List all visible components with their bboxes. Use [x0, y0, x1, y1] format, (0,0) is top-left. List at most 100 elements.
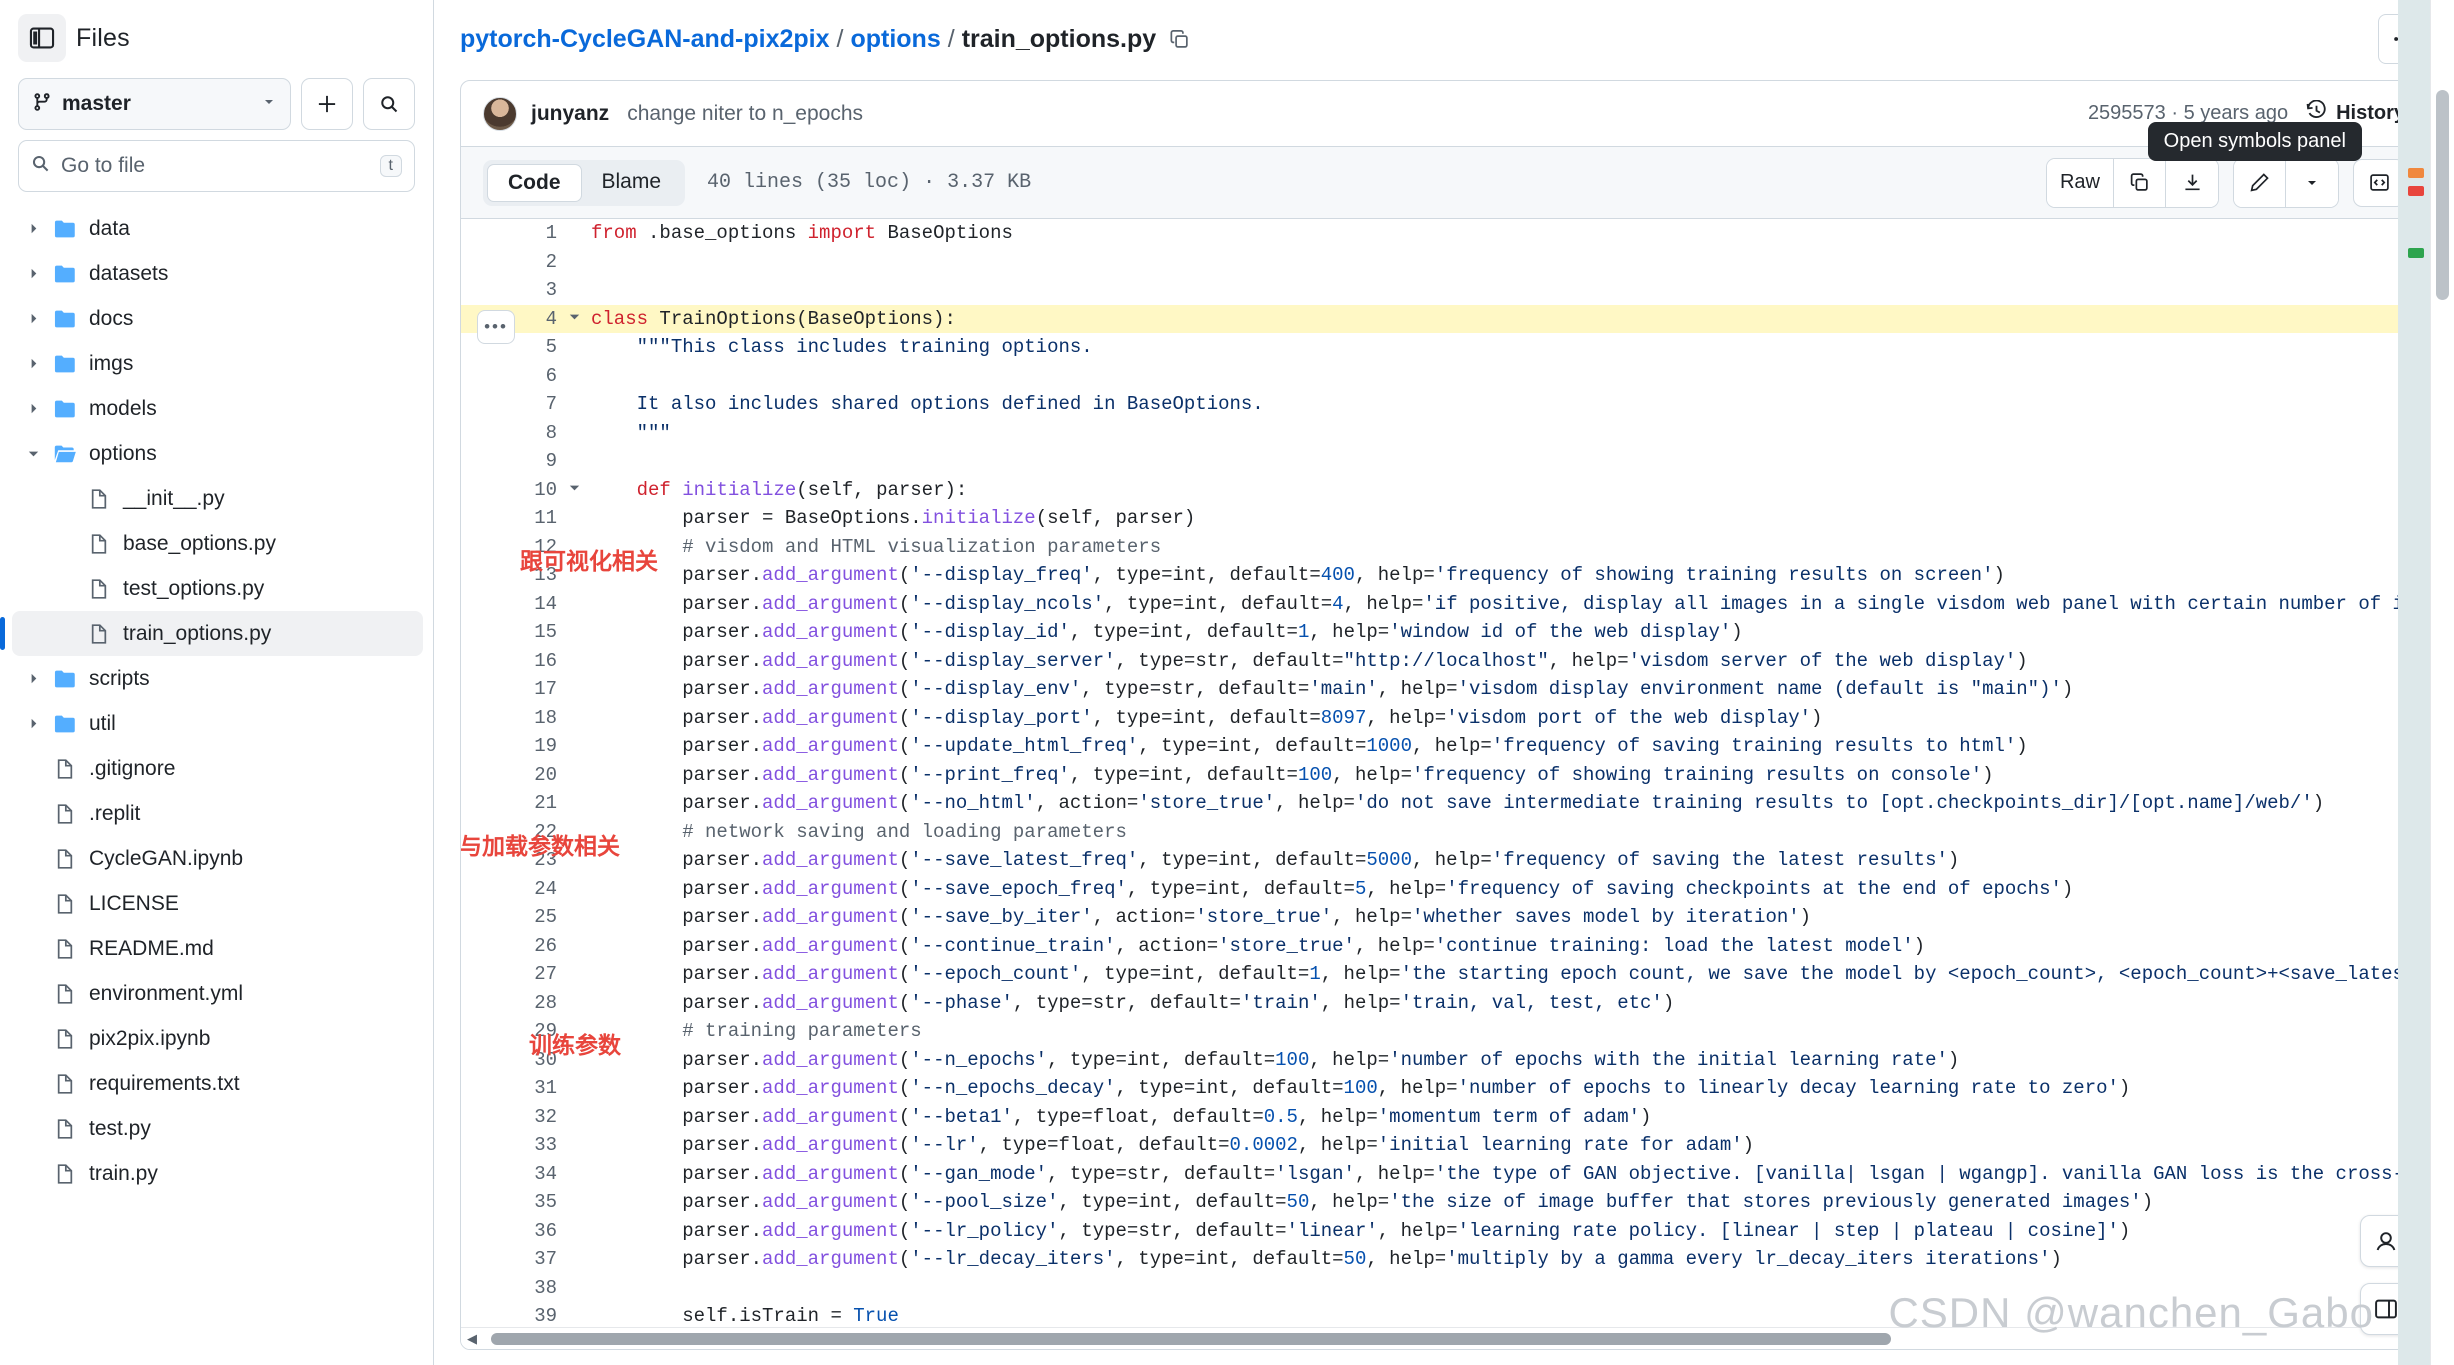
tree-item-replit[interactable]: .replit — [12, 791, 423, 836]
chevron-right-icon[interactable] — [18, 716, 48, 731]
line-number[interactable]: 35 — [461, 1188, 557, 1217]
chevron-right-icon[interactable] — [18, 311, 48, 326]
line-number[interactable]: 31 — [461, 1074, 557, 1103]
tree-item-train-options-py[interactable]: train_options.py — [0, 611, 423, 656]
tree-item-gitignore[interactable]: .gitignore — [12, 746, 423, 791]
line-number[interactable]: 20 — [461, 761, 557, 790]
tree-item-license[interactable]: LICENSE — [12, 881, 423, 926]
tree-item-pix2pix-ipynb[interactable]: pix2pix.ipynb — [12, 1016, 423, 1061]
breadcrumb-repo[interactable]: pytorch-CycleGAN-and-pix2pix — [460, 25, 830, 53]
code-scroll-area[interactable]: 1 from .base_options import BaseOptions 2 3… — [461, 219, 2427, 1327]
chevron-right-icon[interactable] — [18, 221, 48, 236]
line-number[interactable]: 9 — [461, 447, 557, 476]
line-number[interactable]: 15 — [461, 618, 557, 647]
chevron-down-icon[interactable] — [2286, 158, 2338, 207]
code-line-content[interactable] — [591, 447, 2427, 476]
line-number[interactable]: 14 — [461, 590, 557, 619]
tree-item-options[interactable]: options — [12, 431, 423, 476]
code-line-content[interactable]: parser.add_argument('--n_epochs', type=i… — [591, 1046, 2427, 1075]
code-line-content[interactable]: parser.add_argument('--beta1', type=floa… — [591, 1103, 2427, 1132]
line-number[interactable]: 19 — [461, 732, 557, 761]
line-number[interactable]: 10 — [461, 476, 557, 505]
chevron-right-icon[interactable] — [18, 266, 48, 281]
line-number[interactable]: 11 — [461, 504, 557, 533]
tree-item-cyclegan-ipynb[interactable]: CycleGAN.ipynb — [12, 836, 423, 881]
search-input[interactable]: Go to file t — [18, 140, 415, 192]
tree-item-data[interactable]: data — [12, 206, 423, 251]
line-number[interactable]: 33 — [461, 1131, 557, 1160]
tree-item-models[interactable]: models — [12, 386, 423, 431]
code-line-content[interactable]: """ — [591, 419, 2427, 448]
line-number[interactable]: 37 — [461, 1245, 557, 1274]
code-line-content[interactable]: parser.add_argument('--epoch_count', typ… — [591, 960, 2427, 989]
raw-button[interactable]: Raw — [2046, 158, 2114, 207]
tree-item-environment-yml[interactable]: environment.yml — [12, 971, 423, 1016]
tab-blame[interactable]: Blame — [582, 164, 682, 202]
tree-item-test-py[interactable]: test.py — [12, 1106, 423, 1151]
chevron-right-icon[interactable] — [18, 401, 48, 416]
code-line-content[interactable]: parser.add_argument('--lr_policy', type=… — [591, 1217, 2427, 1246]
code-line-content[interactable]: # visdom and HTML visualization paramete… — [591, 533, 2427, 562]
tab-code[interactable]: Code — [487, 163, 582, 202]
code-line-content[interactable]: parser.add_argument('--display_env', typ… — [591, 675, 2427, 704]
line-number[interactable]: 28 — [461, 989, 557, 1018]
line-number[interactable]: 22 — [461, 818, 557, 847]
line-number[interactable]: 24 — [461, 875, 557, 904]
code-line-content[interactable]: parser.add_argument('--phase', type=str,… — [591, 989, 2427, 1018]
code-minimap[interactable] — [2398, 0, 2430, 1365]
pencil-icon[interactable] — [2234, 158, 2286, 207]
code-line-content[interactable]: It also includes shared options defined … — [591, 390, 2427, 419]
code-line-content[interactable]: parser.add_argument('--gan_mode', type=s… — [591, 1160, 2427, 1189]
line-number[interactable]: 34 — [461, 1160, 557, 1189]
tree-item-base-options-py[interactable]: base_options.py — [12, 521, 423, 566]
line-number[interactable]: 21 — [461, 789, 557, 818]
code-line-content[interactable]: parser.add_argument('--save_epoch_freq',… — [591, 875, 2427, 904]
tree-item-util[interactable]: util — [12, 701, 423, 746]
code-line-content[interactable]: parser.add_argument('--display_server', … — [591, 647, 2427, 676]
line-number[interactable]: 27 — [461, 960, 557, 989]
code-line-content[interactable]: self.isTrain = True — [591, 1302, 2427, 1327]
code-line-content[interactable]: parser.add_argument('--save_latest_freq'… — [591, 846, 2427, 875]
sidebar-collapse-icon[interactable] — [18, 14, 66, 62]
chevron-right-icon[interactable] — [18, 671, 48, 686]
code-line-content[interactable]: parser.add_argument('--display_freq', ty… — [591, 561, 2427, 590]
line-number[interactable]: 2 — [461, 248, 557, 277]
copy-icon[interactable] — [2114, 158, 2166, 207]
fold-toggle-icon[interactable] — [557, 304, 591, 333]
tree-item-requirements-txt[interactable]: requirements.txt — [12, 1061, 423, 1106]
chevron-down-icon[interactable] — [18, 446, 48, 461]
line-number[interactable]: 16 — [461, 647, 557, 676]
line-number[interactable]: 8 — [461, 419, 557, 448]
code-line-content[interactable]: parser.add_argument('--display_id', type… — [591, 618, 2427, 647]
code-line-content[interactable]: parser.add_argument('--display_ncols', t… — [591, 590, 2427, 619]
page-scrollbar[interactable] — [2430, 0, 2454, 1365]
line-number[interactable]: 23 — [461, 846, 557, 875]
code-line-content[interactable]: def initialize(self, parser): — [591, 476, 2427, 505]
code-line-content[interactable]: parser.add_argument('--save_by_iter', ac… — [591, 903, 2427, 932]
scroll-track[interactable] — [483, 1331, 2427, 1346]
line-number[interactable]: 12 — [461, 533, 557, 562]
expand-lines-button[interactable]: ••• — [477, 309, 515, 344]
code-line-content[interactable]: parser.add_argument('--no_html', action=… — [591, 789, 2427, 818]
code-line-content[interactable] — [591, 1274, 2427, 1303]
line-number[interactable]: 36 — [461, 1217, 557, 1246]
tree-item-docs[interactable]: docs — [12, 296, 423, 341]
add-file-button[interactable] — [301, 78, 353, 130]
code-line-content[interactable]: parser.add_argument('--continue_train', … — [591, 932, 2427, 961]
scroll-thumb[interactable] — [491, 1332, 1891, 1345]
search-files-button[interactable] — [363, 78, 415, 130]
tree-item-train-py[interactable]: train.py — [12, 1151, 423, 1196]
line-number[interactable]: 13 — [461, 561, 557, 590]
chevron-right-icon[interactable] — [18, 356, 48, 371]
commit-message[interactable]: change niter to n_epochs — [627, 102, 863, 126]
code-line-content[interactable]: parser.add_argument('--lr', type=float, … — [591, 1131, 2427, 1160]
tree-item-test-options-py[interactable]: test_options.py — [12, 566, 423, 611]
fold-toggle-icon[interactable] — [557, 476, 591, 505]
download-icon[interactable] — [2166, 158, 2218, 207]
tree-item-readme-md[interactable]: README.md — [12, 926, 423, 971]
line-number[interactable]: 39 — [461, 1302, 557, 1327]
tree-item-init-py[interactable]: __init__.py — [12, 476, 423, 521]
code-line-content[interactable] — [591, 248, 2427, 277]
horizontal-scrollbar[interactable]: ◀ — [461, 1327, 2427, 1349]
code-line-content[interactable]: parser.add_argument('--lr_decay_iters', … — [591, 1245, 2427, 1274]
